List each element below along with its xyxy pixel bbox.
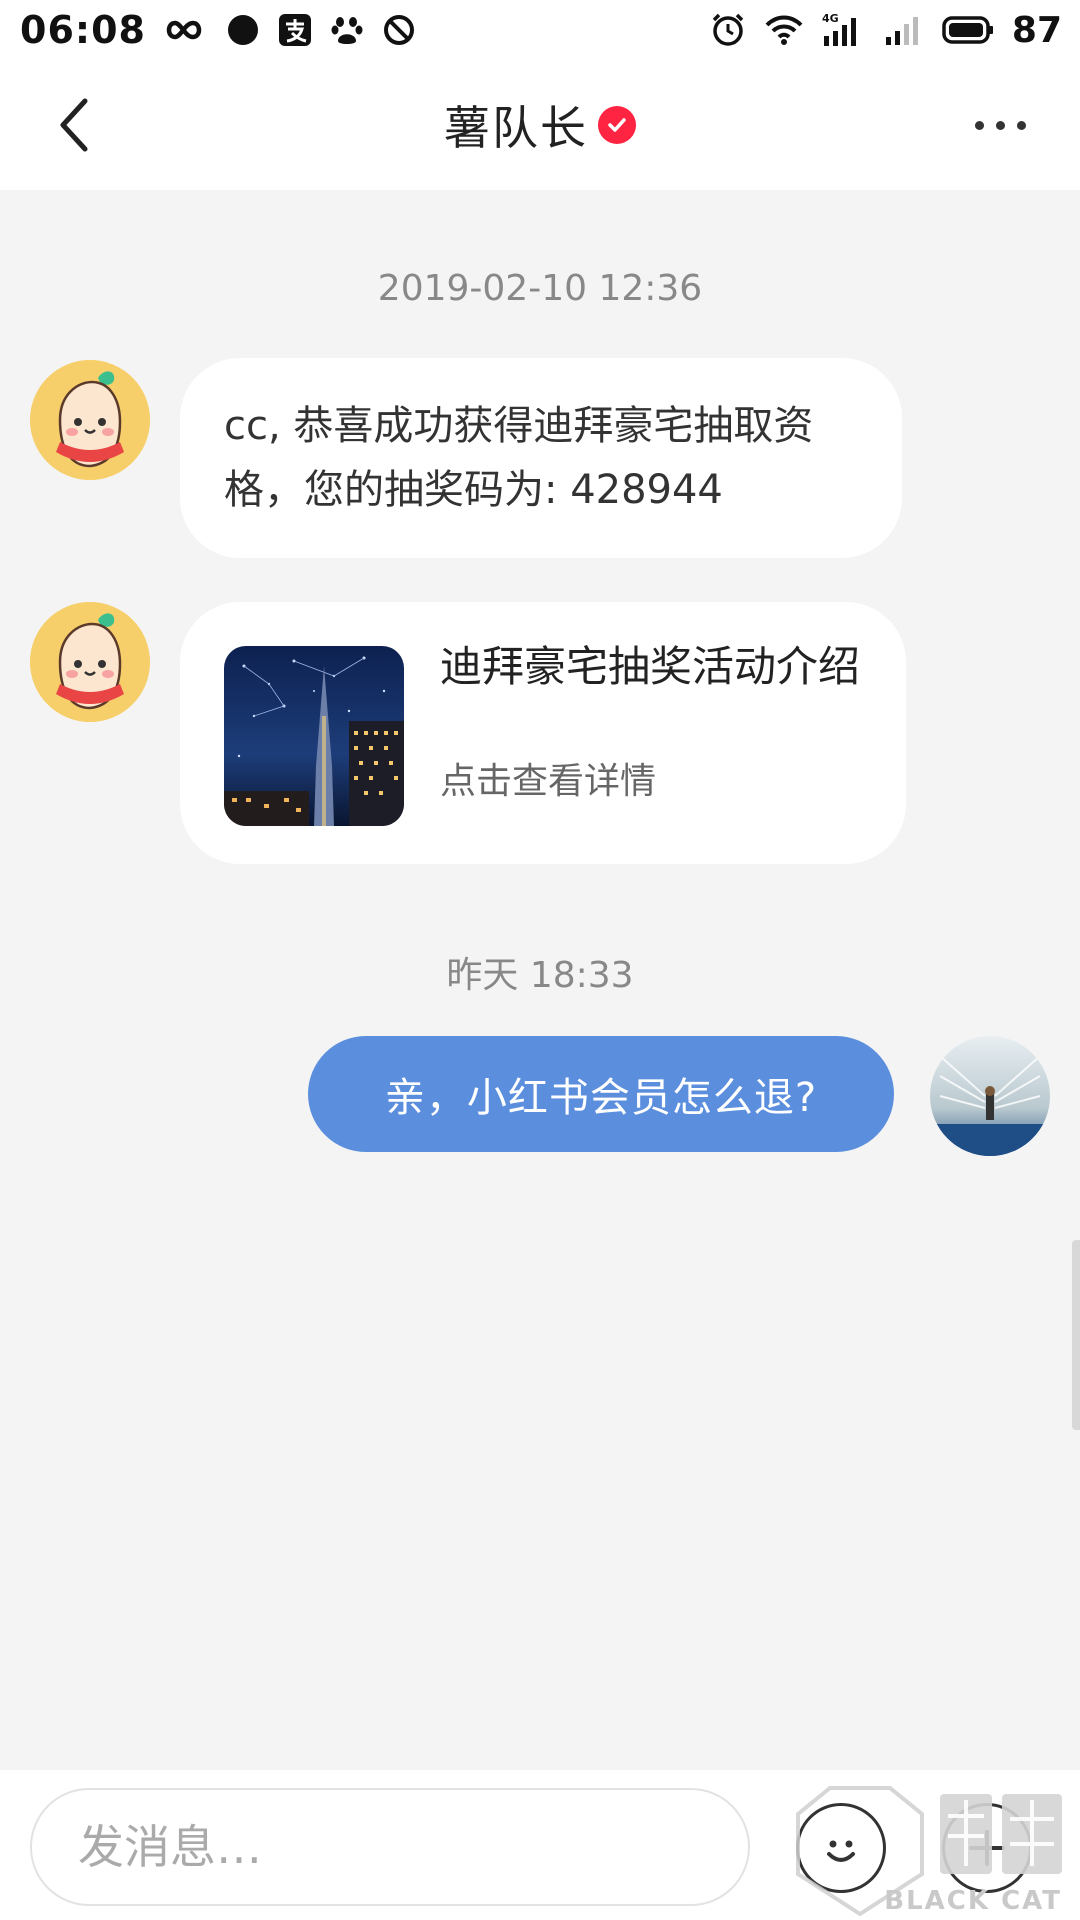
back-button[interactable] (40, 90, 110, 160)
status-time: 06:08 (20, 8, 146, 52)
signal-4g-icon: 4G (822, 12, 866, 48)
battery-level: 87 (1011, 9, 1062, 51)
message-text: cc, 恭喜成功获得迪拜豪宅抽取资格，您的抽奖码为: 428944 (224, 403, 814, 513)
battery-icon (942, 15, 994, 45)
status-bar-left: 06:08 (20, 8, 416, 52)
status-bar: 06:08 4G 87 (0, 0, 1080, 60)
message-bubble[interactable]: cc, 恭喜成功获得迪拜豪宅抽取资格，您的抽奖码为: 428944 (180, 358, 902, 558)
scroll-handle[interactable] (1072, 1240, 1080, 1430)
status-bar-right: 4G 87 (710, 10, 1062, 51)
sender-avatar[interactable] (30, 602, 150, 722)
title-bar: 薯队长 (0, 60, 1080, 190)
message-timestamp: 昨天 18:33 (446, 955, 634, 996)
card-thumbnail-image (224, 646, 404, 826)
chevron-left-icon (60, 98, 88, 152)
more-options-button[interactable] (960, 95, 1040, 155)
emoji-face-icon (827, 1840, 855, 1862)
message-timestamp: 2019-02-10 12:36 (377, 268, 703, 309)
verified-badge-icon (598, 106, 636, 144)
page-title: 薯队长 (444, 101, 588, 155)
baidu-paw-icon (330, 13, 364, 47)
potato-mascot-icon (30, 602, 150, 722)
more-dot-icon (1016, 120, 1026, 130)
potato-mascot-icon (30, 360, 150, 480)
signal-icon (884, 13, 924, 47)
card-title: 迪拜豪宅抽奖活动介绍 (440, 642, 861, 691)
my-message-bubble[interactable]: 亲，小红书会员怎么退? (308, 1036, 894, 1152)
title-wrap: 薯队长 (0, 60, 1080, 190)
more-dot-icon (995, 120, 1005, 130)
plus-icon (969, 1830, 1005, 1866)
card-subtitle: 点击查看详情 (440, 761, 657, 802)
add-attachment-button[interactable] (942, 1803, 1032, 1893)
message-text: 亲，小红书会员怎么退? (384, 1075, 818, 1121)
emoji-button[interactable] (796, 1803, 886, 1893)
input-bar: BLACK CAT (0, 1770, 1080, 1920)
wifi-icon (764, 13, 804, 47)
chat-area[interactable]: 2019-02-10 12:36 cc, 恭喜成功获得迪拜豪宅抽取资格，您的抽奖… (0, 190, 1080, 1770)
alipay-icon (278, 13, 312, 47)
alarm-icon (710, 12, 746, 48)
svg-text:4G: 4G (822, 12, 839, 25)
dnd-icon (382, 13, 416, 47)
infinity-icon (164, 15, 208, 45)
more-dot-icon (974, 120, 984, 130)
sender-avatar[interactable] (30, 360, 150, 480)
message-input[interactable] (78, 1820, 748, 1874)
link-card[interactable]: 迪拜豪宅抽奖活动介绍 点击查看详情 (180, 602, 906, 864)
chat-bubble-icon (226, 13, 260, 47)
my-avatar[interactable] (930, 1036, 1050, 1156)
message-input-container[interactable] (30, 1788, 750, 1906)
user-photo-avatar-icon (930, 1036, 1050, 1156)
